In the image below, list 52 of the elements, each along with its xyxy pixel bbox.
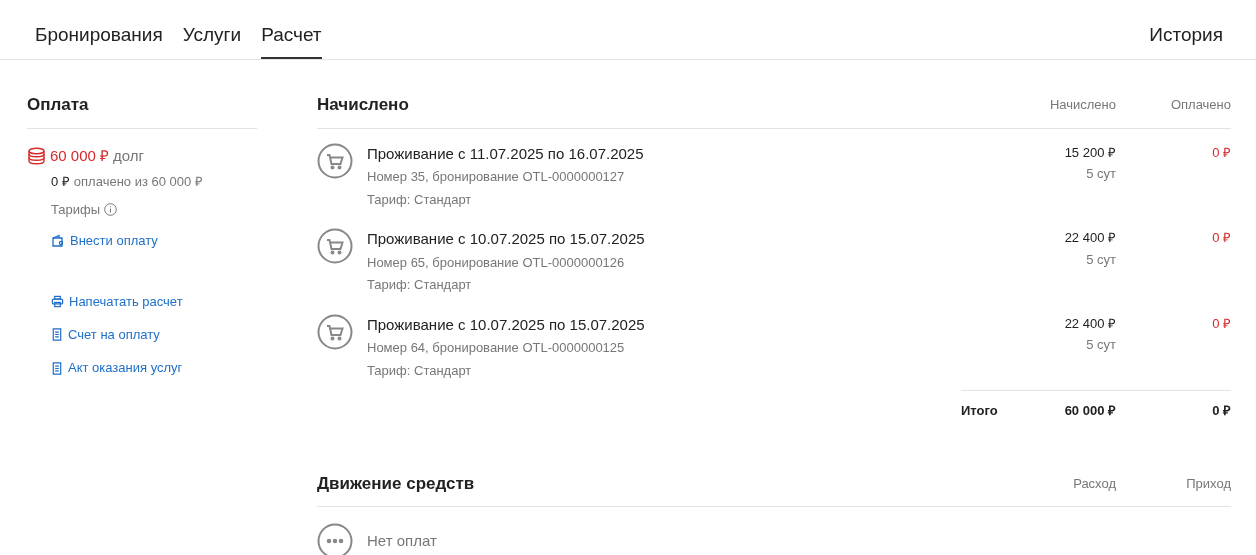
document-icon bbox=[51, 361, 63, 375]
charge-title: Проживание с 10.07.2025 по 15.07.2025 bbox=[367, 314, 646, 335]
section-title: Оплата bbox=[27, 92, 257, 129]
debt-amount: 60 000 ₽ bbox=[50, 145, 110, 166]
tab[interactable]: Услуги bbox=[182, 24, 242, 59]
charge-title: Проживание с 11.07.2025 по 16.07.2025 bbox=[367, 143, 645, 164]
link[interactable]: Счет на оплату bbox=[51, 325, 160, 345]
printer-icon bbox=[51, 295, 64, 308]
tariffs-label: Тарифы bbox=[51, 200, 101, 219]
coins-icon bbox=[27, 146, 46, 165]
total-label: Итого bbox=[961, 402, 999, 420]
charged-amount: 15 200 ₽ bbox=[1063, 143, 1116, 162]
tariff-text: Тариф: Стандарт bbox=[367, 190, 473, 209]
document-icon bbox=[51, 328, 63, 342]
duration-text: 5 сут bbox=[1085, 336, 1116, 354]
paid-text: оплачено из 60 000 ₽ bbox=[73, 173, 203, 191]
paid-amount: 0 ₽ bbox=[51, 173, 70, 191]
charged-amount: 22 400 ₽ bbox=[1063, 314, 1116, 333]
link[interactable]: Напечатать расчет bbox=[51, 291, 183, 312]
tariff-text: Тариф: Стандарт bbox=[367, 361, 473, 380]
info-icon[interactable] bbox=[104, 202, 118, 216]
total-charged: 60 000 ₽ bbox=[1063, 402, 1116, 420]
column-header: Приход bbox=[1185, 474, 1231, 493]
duration-text: 5 сут bbox=[1085, 165, 1116, 183]
paid-amount: 0 ₽ bbox=[1211, 314, 1231, 333]
cart-icon bbox=[317, 142, 353, 179]
charge-details: Номер 65, бронирование OTL-0000000126 bbox=[367, 253, 626, 272]
wallet-icon bbox=[51, 233, 65, 248]
cart-icon bbox=[317, 313, 353, 350]
tab[interactable]: Бронирования bbox=[35, 24, 163, 59]
debt-label: долг bbox=[113, 145, 145, 166]
paid-amount: 0 ₽ bbox=[1211, 229, 1231, 247]
charge-details: Номер 64, бронирование OTL-0000000125 bbox=[367, 339, 626, 357]
cart-icon bbox=[317, 228, 353, 264]
section-title: Начислено bbox=[317, 94, 410, 116]
column-header: Оплачено bbox=[1169, 96, 1231, 114]
column-header: Начислено bbox=[1048, 96, 1116, 114]
paid-amount: 0 ₽ bbox=[1211, 143, 1231, 162]
more-icon bbox=[317, 523, 353, 555]
tab[interactable]: История bbox=[1149, 24, 1223, 59]
column-header: Расход bbox=[1072, 474, 1116, 493]
charged-amount: 22 400 ₽ bbox=[1063, 229, 1116, 247]
link[interactable]: Акт оказания услуг bbox=[51, 358, 183, 378]
empty-text: Нет оплат bbox=[367, 530, 437, 551]
tab[interactable]: Расчет bbox=[261, 24, 322, 59]
link[interactable]: Внести оплату bbox=[51, 231, 158, 251]
total-paid: 0 ₽ bbox=[1211, 402, 1231, 420]
section-title: Движение средств bbox=[317, 472, 476, 495]
tariff-text: Тариф: Стандарт bbox=[367, 276, 473, 294]
charge-title: Проживание с 10.07.2025 по 15.07.2025 bbox=[367, 229, 646, 249]
duration-text: 5 сут bbox=[1085, 250, 1116, 269]
charge-details: Номер 35, бронирование OTL-0000000127 bbox=[367, 168, 626, 186]
